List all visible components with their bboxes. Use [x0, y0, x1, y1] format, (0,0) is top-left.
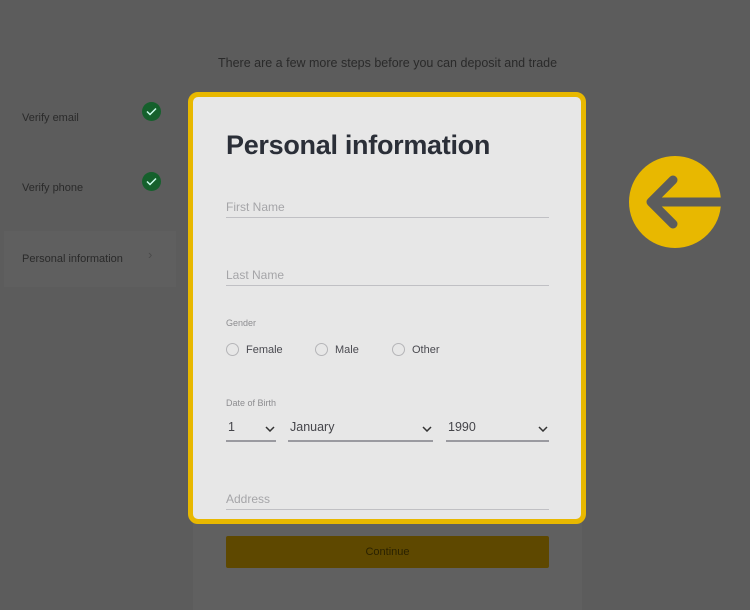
radio-label: Male	[335, 343, 359, 356]
gender-radio-other[interactable]: Other	[392, 343, 440, 356]
step-verify-email[interactable]: Verify email	[4, 92, 176, 148]
dob-label: Date of Birth	[226, 398, 277, 408]
step-personal-information[interactable]: Personal information ›	[4, 231, 176, 287]
gender-label: Gender	[226, 318, 257, 328]
step-label: Personal information	[22, 253, 123, 265]
year-select[interactable]: 1990	[446, 420, 549, 442]
chevron-down-icon	[538, 426, 548, 432]
radio-icon	[226, 343, 239, 356]
personal-information-form: Personal information First Name Last Nam…	[188, 92, 586, 524]
step-label: Verify email	[22, 112, 79, 124]
radio-label: Female	[246, 343, 283, 356]
step-label: Verify phone	[22, 182, 84, 194]
month-select[interactable]: January	[288, 420, 433, 442]
subtitle: There are a few more steps before you ca…	[218, 56, 558, 70]
year-value: 1990	[448, 420, 476, 434]
check-icon	[142, 172, 161, 191]
last-name-input[interactable]: Last Name	[226, 264, 549, 286]
radio-icon	[392, 343, 405, 356]
continue-button[interactable]: Continue	[226, 536, 549, 568]
arrow-left-circle-icon	[629, 156, 721, 248]
chevron-down-icon	[265, 426, 275, 432]
chevron-right-icon: ›	[148, 247, 153, 262]
address-input[interactable]: Address	[226, 488, 549, 510]
check-icon	[142, 102, 161, 121]
radio-icon	[315, 343, 328, 356]
gender-radio-female[interactable]: Female	[226, 343, 283, 356]
page-title: Personal information	[226, 130, 491, 160]
gender-radio-male[interactable]: Male	[315, 343, 359, 356]
radio-label: Other	[412, 343, 440, 356]
chevron-down-icon	[422, 426, 432, 432]
day-value: 1	[228, 420, 235, 434]
day-select[interactable]: 1	[226, 420, 276, 442]
step-verify-phone[interactable]: Verify phone	[4, 162, 176, 218]
month-value: January	[290, 420, 335, 434]
first-name-input[interactable]: First Name	[226, 196, 549, 218]
